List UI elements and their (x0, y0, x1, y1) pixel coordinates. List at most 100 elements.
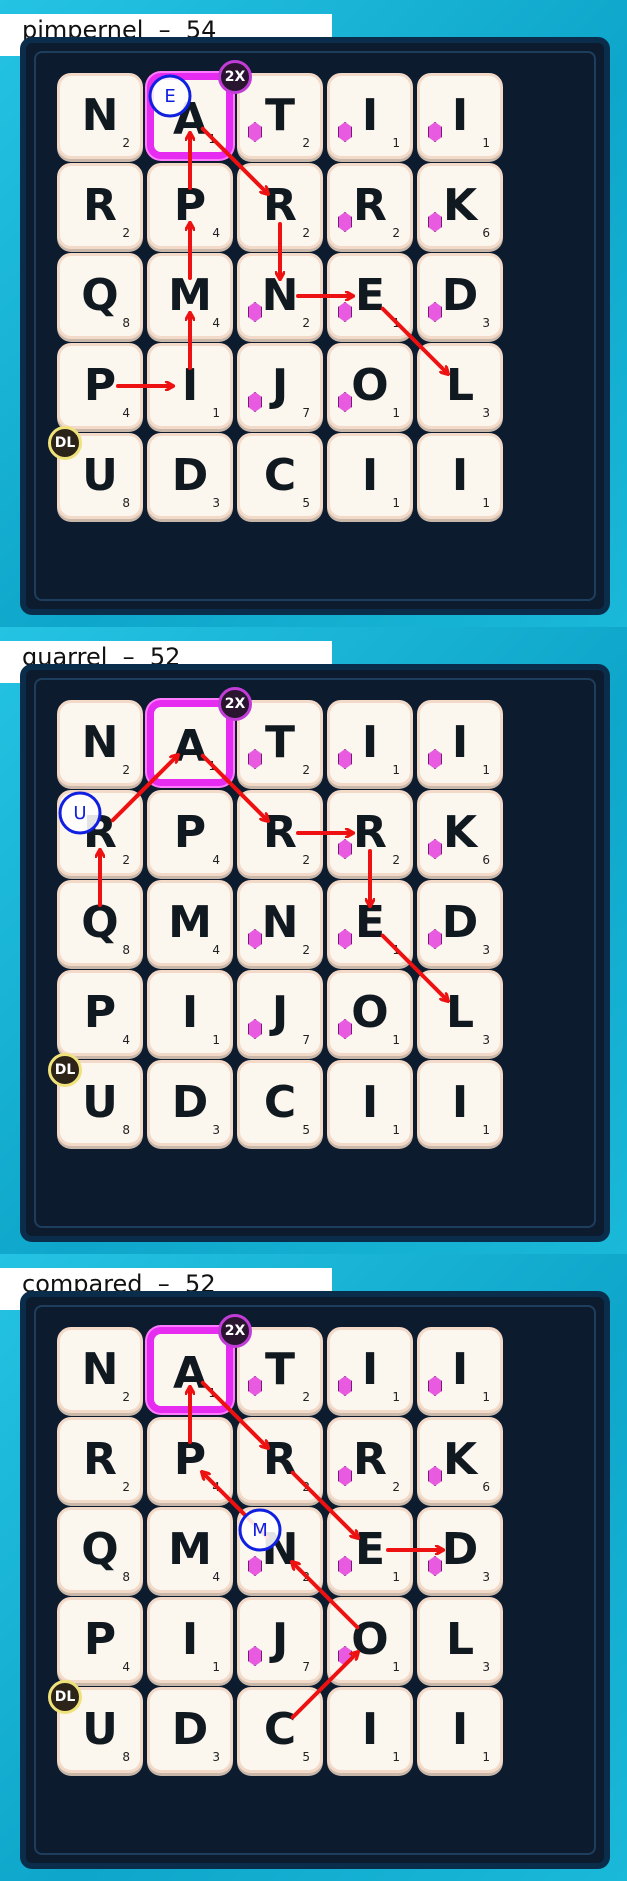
letter-tile[interactable]: J7 (237, 343, 323, 429)
letter-tile[interactable]: D3 (147, 1060, 233, 1146)
tile-points: 3 (482, 406, 490, 420)
letter-tile[interactable]: I1 (327, 1687, 413, 1773)
letter-tile[interactable]: I1 (417, 700, 503, 786)
letter-tile[interactable]: P4 (147, 163, 233, 249)
tile-points: 8 (122, 1123, 130, 1137)
letter-tile[interactable]: R2 (237, 163, 323, 249)
tile-points: 4 (212, 1480, 220, 1494)
letter-tile[interactable]: P4 (147, 790, 233, 876)
letter-tile[interactable]: N2 (57, 73, 143, 159)
letter-tile[interactable]: I1 (327, 1327, 413, 1413)
tile-letter: C (263, 1704, 297, 1755)
letter-tile[interactable]: O1 (327, 1597, 413, 1683)
tile-letter: I (361, 1077, 379, 1128)
letter-tile[interactable]: I1 (327, 73, 413, 159)
letter-tile[interactable]: I1 (147, 1597, 233, 1683)
letter-tile[interactable]: Q8 (57, 880, 143, 966)
letter-tile[interactable]: I1 (147, 343, 233, 429)
letter-tile[interactable]: I1 (327, 1060, 413, 1146)
letter-tile[interactable]: R2 (57, 790, 143, 876)
tile-letter: J (271, 1614, 289, 1665)
letter-tile[interactable]: M4 (147, 253, 233, 339)
tile-letter: I (181, 360, 199, 411)
letter-tile[interactable]: I1 (417, 1687, 503, 1773)
tile-letter: T (264, 717, 295, 768)
letter-tile[interactable]: P4 (57, 343, 143, 429)
letter-tile[interactable]: R2 (57, 1417, 143, 1503)
tile-points: 2 (122, 1480, 130, 1494)
tile-points: 4 (212, 316, 220, 330)
letter-tile[interactable]: J7 (237, 970, 323, 1056)
letter-tile[interactable]: D3 (417, 1507, 503, 1593)
letter-tile[interactable]: I1 (327, 700, 413, 786)
letter-tile[interactable]: L3 (417, 1597, 503, 1683)
letter-tile[interactable]: L3 (417, 343, 503, 429)
tile-points: 3 (482, 316, 490, 330)
letter-tile[interactable]: I1 (417, 1327, 503, 1413)
letter-tile[interactable]: R2 (237, 1417, 323, 1503)
letter-tile[interactable]: L3 (417, 970, 503, 1056)
tile-points: 4 (212, 226, 220, 240)
tile-letter: R (353, 1434, 387, 1485)
letter-tile[interactable]: I1 (417, 433, 503, 519)
double-word-badge: 2X (218, 60, 252, 94)
tile-letter: P (83, 360, 117, 411)
letter-tile[interactable]: D3 (147, 433, 233, 519)
tile-letter: L (445, 1614, 475, 1665)
letter-tile[interactable]: K6 (417, 790, 503, 876)
letter-tile[interactable]: N2 (237, 880, 323, 966)
letter-tile[interactable]: I1 (147, 970, 233, 1056)
letter-tile[interactable]: Q8 (57, 253, 143, 339)
letter-tile[interactable]: O1 (327, 343, 413, 429)
letter-tile[interactable]: R2 (327, 790, 413, 876)
tile-points: 1 (208, 1386, 216, 1400)
tile-letter: Q (81, 897, 119, 948)
letter-tile[interactable]: P4 (147, 1417, 233, 1503)
tile-points: 2 (302, 226, 310, 240)
letter-tile[interactable]: T2 (237, 73, 323, 159)
letter-tile[interactable]: N2 (57, 700, 143, 786)
letter-tile[interactable]: R2 (327, 1417, 413, 1503)
letter-tile[interactable]: N2 (237, 253, 323, 339)
letter-tile[interactable]: M4 (147, 880, 233, 966)
letter-tile[interactable]: P4 (57, 970, 143, 1056)
tile-points: 2 (122, 136, 130, 150)
letter-tile[interactable]: N2 (57, 1327, 143, 1413)
letter-tile[interactable]: R2 (237, 790, 323, 876)
tile-points: 2 (302, 763, 310, 777)
letter-tile[interactable]: R2 (57, 163, 143, 249)
letter-tile[interactable]: C5 (237, 433, 323, 519)
tile-letter: P (173, 180, 207, 231)
letter-tile[interactable]: Q8 (57, 1507, 143, 1593)
letter-tile[interactable]: D3 (417, 880, 503, 966)
tile-points: 2 (122, 1390, 130, 1404)
letter-tile[interactable]: I1 (417, 1060, 503, 1146)
letter-tile[interactable]: C5 (237, 1060, 323, 1146)
letter-tile[interactable]: K6 (417, 163, 503, 249)
tile-points: 4 (212, 943, 220, 957)
letter-tile[interactable]: M4 (147, 1507, 233, 1593)
letter-tile[interactable]: P4 (57, 1597, 143, 1683)
tile-points: 7 (302, 1660, 310, 1674)
letter-tile[interactable]: I1 (327, 433, 413, 519)
letter-tile[interactable]: J7 (237, 1597, 323, 1683)
tile-points: 2 (392, 226, 400, 240)
letter-tile[interactable]: C5 (237, 1687, 323, 1773)
tile-letter: M (168, 1524, 212, 1575)
letter-tile[interactable]: R2 (327, 163, 413, 249)
tile-letter: R (353, 180, 387, 231)
tile-points: 2 (122, 853, 130, 867)
tile-points: 1 (392, 763, 400, 777)
letter-tile[interactable]: I1 (417, 73, 503, 159)
letter-tile[interactable]: T2 (237, 1327, 323, 1413)
letter-tile[interactable]: T2 (237, 700, 323, 786)
letter-tile[interactable]: D3 (147, 1687, 233, 1773)
letter-tile[interactable]: E1 (327, 1507, 413, 1593)
letter-tile[interactable]: E1 (327, 880, 413, 966)
tile-letter: Q (81, 1524, 119, 1575)
letter-tile[interactable]: E1 (327, 253, 413, 339)
letter-tile[interactable]: D3 (417, 253, 503, 339)
letter-tile[interactable]: K6 (417, 1417, 503, 1503)
letter-tile[interactable]: O1 (327, 970, 413, 1056)
letter-tile[interactable]: N2 (237, 1507, 323, 1593)
